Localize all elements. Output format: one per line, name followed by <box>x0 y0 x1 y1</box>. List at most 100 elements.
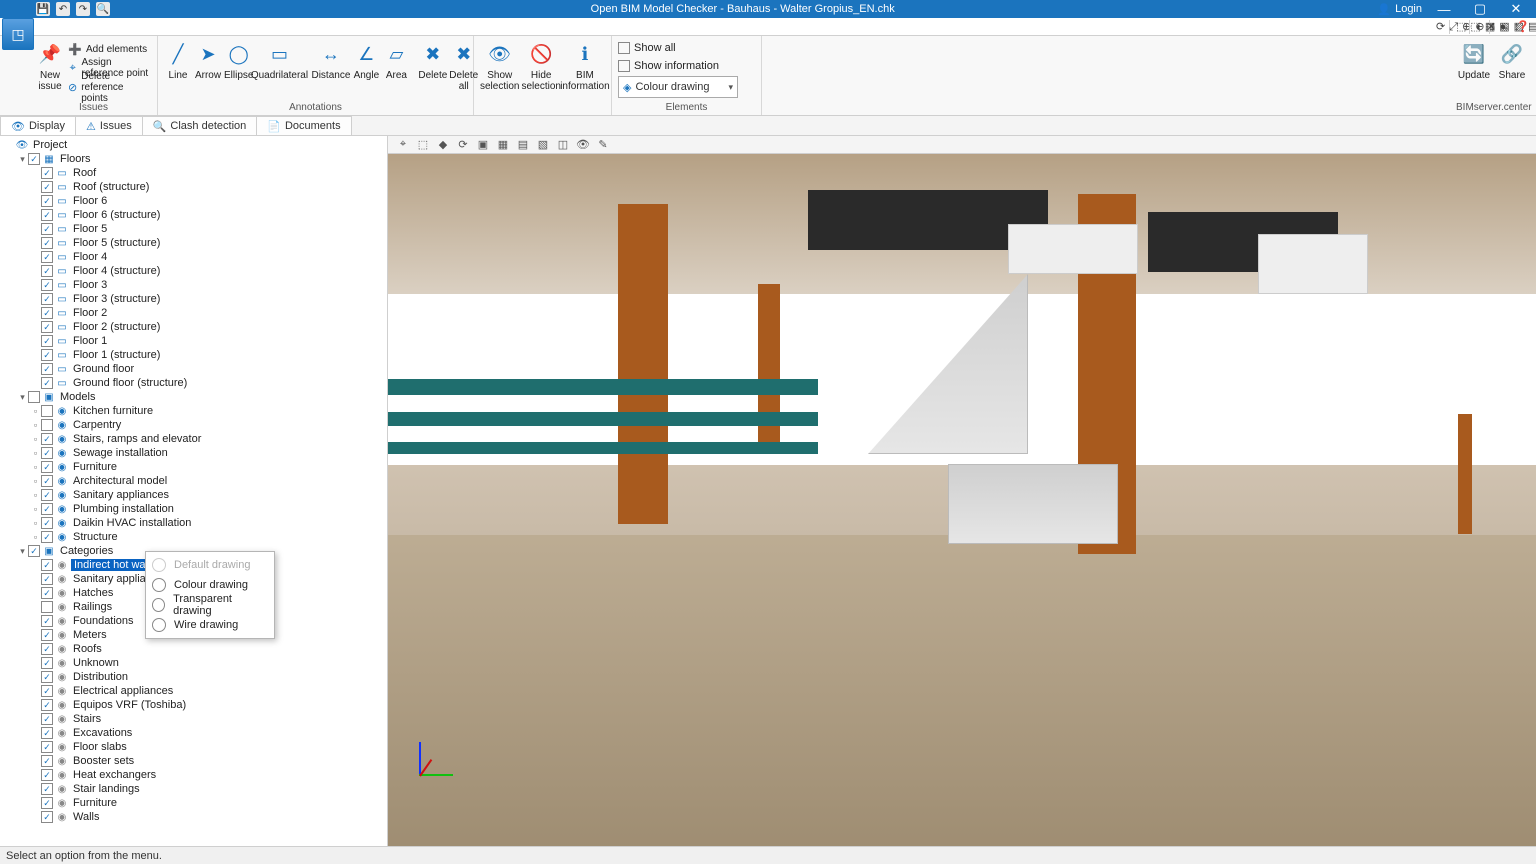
checkbox[interactable] <box>41 489 53 501</box>
view-tool-icon[interactable]: ⬚ <box>416 138 430 152</box>
expander-icon[interactable]: ▫ <box>30 462 41 472</box>
login-button[interactable]: 👤 Login <box>1377 3 1422 16</box>
vs-icon[interactable]: ✕ <box>1487 20 1496 34</box>
checkbox[interactable] <box>41 601 53 613</box>
checkbox[interactable] <box>41 587 53 599</box>
checkbox[interactable] <box>41 349 53 361</box>
expander-icon[interactable]: ▫ <box>30 476 41 486</box>
checkbox[interactable] <box>41 685 53 697</box>
expander-icon[interactable]: ▫ <box>30 532 41 542</box>
checkbox[interactable] <box>41 419 53 431</box>
add-elements-button[interactable]: ➕Add elements <box>66 40 151 58</box>
tab-display[interactable]: 👁Display <box>0 116 76 135</box>
help-icon[interactable]: ❓ <box>1516 20 1530 34</box>
checkbox[interactable] <box>41 181 53 193</box>
checkbox[interactable] <box>41 741 53 753</box>
show-all-checkbox[interactable]: Show all <box>618 40 755 56</box>
checkbox[interactable] <box>41 811 53 823</box>
expander-icon[interactable]: ▾ <box>17 546 28 557</box>
checkbox[interactable] <box>41 223 53 235</box>
bim-information-button[interactable]: ℹBIM information <box>563 38 607 92</box>
tree-node[interactable]: ▫◉Sanitary appliances <box>4 488 387 502</box>
close-button[interactable]: ✕ <box>1502 1 1530 17</box>
tree-node[interactable]: ▭Floor 1 <box>4 334 387 348</box>
tree-node[interactable]: ◉Roofs <box>4 642 387 656</box>
angle-button[interactable]: ∠Angle <box>352 38 380 81</box>
expander-icon[interactable]: ▫ <box>30 434 41 444</box>
tree-node[interactable]: ▭Floor 6 (structure) <box>4 208 387 222</box>
menu-item-wire-drawing[interactable]: Wire drawing <box>146 615 274 635</box>
checkbox[interactable] <box>41 755 53 767</box>
expander-icon[interactable]: ▫ <box>30 490 41 500</box>
expander-icon[interactable]: ▾ <box>17 392 28 403</box>
view-tool-icon[interactable]: 👁 <box>576 138 590 152</box>
menu-item-colour-drawing[interactable]: Colour drawing <box>146 575 274 595</box>
view-tool-icon[interactable]: ◆ <box>436 138 450 152</box>
undo-icon[interactable]: ↶ <box>56 2 70 16</box>
tree-node[interactable]: ◉Equipos VRF (Toshiba) <box>4 698 387 712</box>
maximize-button[interactable]: ▢ <box>1466 1 1494 17</box>
line-button[interactable]: ╱Line <box>164 38 192 81</box>
checkbox[interactable] <box>41 279 53 291</box>
checkbox[interactable] <box>41 727 53 739</box>
tab-clash-detection[interactable]: 🔍Clash detection <box>142 116 258 135</box>
expander-icon[interactable]: ▫ <box>30 504 41 514</box>
tab-documents[interactable]: 📄Documents <box>256 116 351 135</box>
checkbox[interactable] <box>41 293 53 305</box>
checkbox[interactable] <box>41 615 53 627</box>
checkbox[interactable] <box>41 531 53 543</box>
show-selection-button[interactable]: 👁Show selection <box>480 38 519 92</box>
checkbox[interactable] <box>41 209 53 221</box>
view-tool-icon[interactable]: ▣ <box>476 138 490 152</box>
vs-icon[interactable]: ⬚ <box>1456 20 1466 34</box>
expander-icon[interactable]: ▫ <box>30 448 41 458</box>
tree-node[interactable]: ◉Booster sets <box>4 754 387 768</box>
expander-icon[interactable]: ▫ <box>30 518 41 528</box>
delete-button[interactable]: ✖Delete <box>418 38 447 81</box>
checkbox[interactable] <box>41 405 53 417</box>
tree-node[interactable]: ▭Floor 4 <box>4 250 387 264</box>
update-button[interactable]: 🔄Update <box>1456 38 1492 81</box>
tree-node[interactable]: ▾▣Models <box>4 390 387 404</box>
tree-node[interactable]: ▫◉Furniture <box>4 460 387 474</box>
tree-node[interactable]: ▭Floor 3 (structure) <box>4 292 387 306</box>
tree-node[interactable]: ▭Floor 3 <box>4 278 387 292</box>
tree-node[interactable]: ▾▦Floors <box>4 152 387 166</box>
checkbox[interactable] <box>28 545 40 557</box>
menu-item-transparent-drawing[interactable]: Transparent drawing <box>146 595 274 615</box>
tree-node[interactable]: ▭Floor 1 (structure) <box>4 348 387 362</box>
checkbox[interactable] <box>41 433 53 445</box>
checkbox[interactable] <box>41 671 53 683</box>
minimize-button[interactable]: — <box>1430 2 1458 17</box>
tree-node[interactable]: 👁Project <box>4 138 387 152</box>
show-information-checkbox[interactable]: Show information <box>618 58 755 74</box>
tree-node[interactable]: ▫◉Structure <box>4 530 387 544</box>
checkbox[interactable] <box>41 657 53 669</box>
checkbox[interactable] <box>41 629 53 641</box>
checkbox[interactable] <box>41 573 53 585</box>
tree-node[interactable]: ▭Floor 5 (structure) <box>4 236 387 250</box>
distance-button[interactable]: ↔Distance <box>311 38 350 81</box>
view-tool-icon[interactable]: ▤ <box>516 138 530 152</box>
quadrilateral-button[interactable]: ▭Quadrilateral <box>255 38 303 81</box>
tree-node[interactable]: ▭Floor 2 <box>4 306 387 320</box>
delete-reference-points-button[interactable]: ⊘Delete reference points <box>66 78 151 96</box>
checkbox[interactable] <box>41 713 53 725</box>
tree-node[interactable]: ▭Ground floor (structure) <box>4 376 387 390</box>
checkbox[interactable] <box>41 265 53 277</box>
checkbox[interactable] <box>41 643 53 655</box>
tab-issues[interactable]: ⚠Issues <box>75 116 143 135</box>
save-icon[interactable]: 💾 <box>36 2 50 16</box>
tree-node[interactable]: ▭Floor 5 <box>4 222 387 236</box>
tree-node[interactable]: ▭Ground floor <box>4 362 387 376</box>
3d-viewport[interactable] <box>388 154 1536 846</box>
checkbox[interactable] <box>41 517 53 529</box>
view-tool-icon[interactable]: ▧ <box>536 138 550 152</box>
tree-node[interactable]: ▭Floor 6 <box>4 194 387 208</box>
checkbox[interactable] <box>41 195 53 207</box>
tree-node[interactable]: ◉Stairs <box>4 712 387 726</box>
ellipse-button[interactable]: ◯Ellipse <box>224 38 253 81</box>
tree-node[interactable]: ▭Roof <box>4 166 387 180</box>
area-button[interactable]: ▱Area <box>382 38 410 81</box>
drawing-mode-combo[interactable]: ◈ Colour drawing ▾ <box>618 76 738 98</box>
